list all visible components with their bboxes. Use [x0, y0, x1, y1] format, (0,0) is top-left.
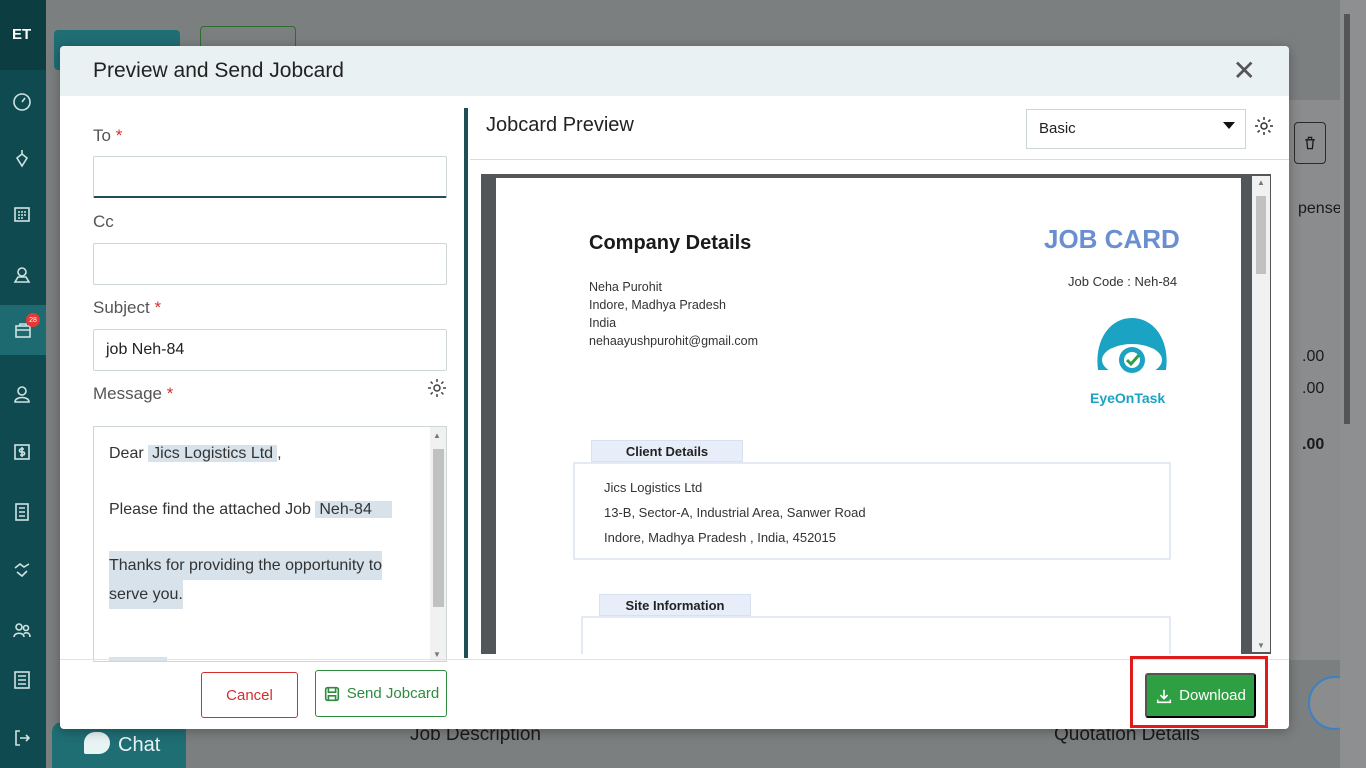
download-label: Download [1179, 687, 1246, 704]
cc-label: Cc [93, 212, 114, 231]
chat-label: Chat [118, 733, 161, 756]
cancel-button[interactable]: Cancel [201, 672, 298, 718]
download-icon [1157, 689, 1172, 703]
dashboard-icon[interactable] [8, 88, 36, 116]
app-logo: ET [0, 0, 46, 70]
preview-divider [470, 159, 1289, 160]
modal-title: Preview and Send Jobcard [93, 59, 344, 82]
message-label: Message * [93, 384, 174, 403]
page-scrollbar[interactable] [1340, 0, 1366, 768]
preview-title: Jobcard Preview [486, 114, 634, 136]
save-icon [324, 686, 339, 701]
client-address-1: 13-B, Sector-A, Industrial Area, Sanwer … [604, 505, 866, 520]
calendar-icon[interactable] [8, 200, 36, 228]
download-button[interactable]: Download [1145, 673, 1256, 718]
handshake-icon[interactable] [8, 556, 36, 584]
template-select[interactable]: Basic [1026, 109, 1246, 149]
cc-input[interactable] [93, 243, 447, 285]
client-name: Jics Logistics Ltd [604, 480, 703, 495]
list-icon[interactable] [8, 498, 36, 526]
user-icon[interactable] [8, 380, 36, 408]
to-label: To * [93, 126, 123, 145]
jobcard-preview-frame: Company Details JOB CARD Job Code : Neh-… [481, 174, 1271, 654]
jobcard-document: Company Details JOB CARD Job Code : Neh-… [496, 178, 1241, 654]
company-country: India [589, 316, 617, 330]
preview-settings-gear-icon[interactable] [1254, 116, 1276, 138]
company-details-heading: Company Details [589, 232, 752, 254]
message-editor[interactable]: Dear Jics Logistics Ltd, Please find the… [93, 426, 447, 662]
dollar-icon[interactable] [8, 438, 36, 466]
jobs-icon[interactable]: 28 [0, 305, 46, 355]
preview-scrollbar[interactable]: ▲ ▼ [1252, 176, 1270, 652]
eyeontask-logo: EyeOnTask [1084, 310, 1180, 410]
column-divider [464, 108, 468, 658]
message-scrollbar[interactable]: ▲ ▼ [430, 427, 446, 661]
team-icon[interactable] [8, 616, 36, 644]
site-information-box [581, 616, 1171, 654]
bg-amount-1: .00 [1302, 348, 1325, 365]
settings-sliders-icon[interactable] [8, 666, 36, 694]
chat-icon [84, 732, 110, 754]
app-sidebar: ET 28 [0, 0, 46, 768]
message-settings-gear-icon[interactable] [427, 378, 449, 400]
map-pin-icon[interactable] [8, 260, 36, 288]
client-details-label: Client Details [591, 440, 743, 462]
logout-icon[interactable] [8, 724, 36, 752]
site-information-label: Site Information [599, 594, 751, 616]
message-line-2: Please find the attached Job Neh-84 [109, 495, 392, 524]
to-input[interactable] [93, 156, 447, 198]
company-name: Neha Purohit [589, 280, 662, 294]
bg-amount-2: .00 [1302, 380, 1325, 397]
bg-amount-3: .00 [1302, 436, 1325, 453]
logo-text: EyeOnTask [1090, 390, 1166, 406]
chevron-down-icon [1223, 122, 1235, 129]
client-address-2: Indore, Madhya Pradesh , India, 452015 [604, 530, 836, 545]
send-jobcard-label: Send Jobcard [346, 685, 440, 702]
message-greeting: Dear Jics Logistics Ltd, [109, 445, 282, 462]
subject-label: Subject * [93, 298, 162, 317]
modal-header: Preview and Send Jobcard ✕ [60, 46, 1289, 96]
trash-icon [1294, 122, 1326, 164]
pen-tool-icon[interactable] [8, 144, 36, 172]
preview-send-jobcard-modal: Preview and Send Jobcard ✕ To * Cc Subje… [60, 46, 1289, 729]
jobs-badge: 28 [26, 313, 40, 327]
job-code: Job Code : Neh-84 [1068, 274, 1178, 289]
message-line-3: Thanks for providing the opportunity to [109, 551, 383, 580]
footer-divider [60, 659, 1289, 660]
message-line-3b: serve you. [109, 580, 183, 609]
send-jobcard-button[interactable]: Send Jobcard [315, 670, 447, 717]
close-icon[interactable]: ✕ [1233, 57, 1256, 85]
job-card-title: JOB CARD [1044, 224, 1180, 254]
company-city: Indore, Madhya Pradesh [589, 298, 726, 312]
company-email: nehaayushpurohit@gmail.com [589, 334, 759, 348]
subject-input[interactable]: job Neh-84 [93, 329, 447, 371]
